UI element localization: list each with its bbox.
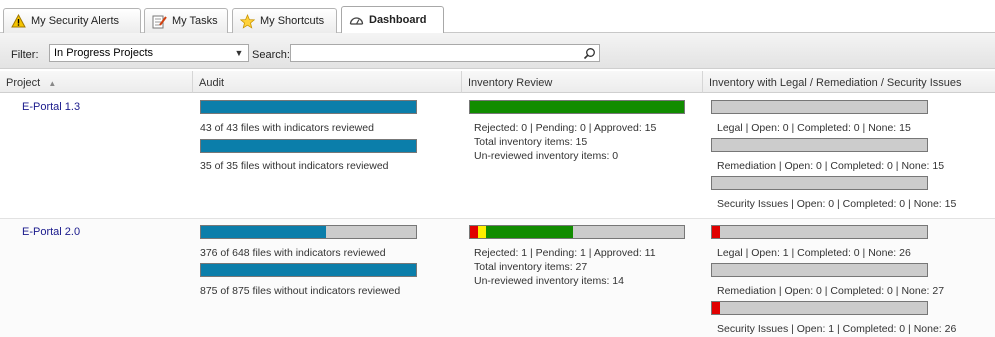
dashboard-icon: [348, 12, 364, 28]
audit-progress-fill: [201, 101, 416, 113]
remediation-issues-bar: [711, 138, 928, 152]
security-issues-bar: [711, 301, 928, 315]
pending-segment: [477, 226, 486, 238]
inventory-total-text: Total inventory items: 15: [474, 136, 588, 148]
column-header-audit[interactable]: Audit: [193, 71, 462, 93]
project-link[interactable]: E-Portal 1.3: [22, 101, 80, 113]
audit-progress-bar: [200, 139, 417, 153]
approved-segment: [470, 101, 684, 113]
audit-progress-text: 875 of 875 files without indicators revi…: [200, 285, 401, 297]
audit-progress-text: 35 of 35 files without indicators review…: [200, 160, 389, 172]
remediation-issues-text: Remediation | Open: 0 | Completed: 0 | N…: [717, 285, 945, 297]
audit-progress-text: 43 of 43 files with indicators reviewed: [200, 122, 374, 134]
filter-bar: Filter: In Progress Projects ▼ Search:: [0, 33, 995, 69]
legal-issues-text: Legal | Open: 1 | Completed: 0 | None: 2…: [717, 247, 911, 259]
table-row: E-Portal 2.0 376 of 648 files with indic…: [0, 218, 995, 337]
inventory-unreviewed-text: Un-reviewed inventory items: 0: [474, 150, 619, 162]
inventory-review-bar: [469, 100, 685, 114]
remediation-issues-text: Remediation | Open: 0 | Completed: 0 | N…: [717, 160, 945, 172]
filter-select-value: In Progress Projects: [54, 47, 154, 59]
tab-label: My Shortcuts: [260, 15, 325, 27]
tab-my-shortcuts[interactable]: My Shortcuts: [232, 8, 337, 33]
audit-progress-bar: [200, 100, 417, 114]
search-label: Search:: [252, 49, 290, 61]
inventory-total-text: Total inventory items: 27: [474, 261, 588, 273]
legal-issues-bar: [711, 225, 928, 239]
chevron-down-icon[interactable]: ▼: [230, 45, 248, 61]
column-header-label: Inventory Review: [468, 77, 553, 89]
column-header-label: Inventory with Legal / Remediation / Sec…: [709, 77, 962, 89]
open-issues-segment: [712, 302, 720, 314]
tab-strip: My Security Alerts My Tasks My Shortcuts…: [0, 0, 995, 33]
security-issues-text: Security Issues | Open: 1 | Completed: 0…: [717, 323, 957, 335]
tasks-icon: [151, 13, 167, 29]
warning-icon: [10, 13, 26, 29]
legal-issues-bar: [711, 100, 928, 114]
star-icon: [239, 13, 255, 29]
audit-progress-fill: [201, 264, 416, 276]
column-header-label: Project: [6, 77, 41, 89]
search-input[interactable]: [290, 44, 600, 62]
filter-select[interactable]: In Progress Projects ▼: [49, 44, 249, 62]
audit-progress-fill: [201, 140, 416, 152]
project-link[interactable]: E-Portal 2.0: [22, 226, 80, 238]
open-issues-segment: [712, 226, 720, 238]
audit-progress-text: 376 of 648 files with indicators reviewe…: [200, 247, 386, 259]
table-row: E-Portal 1.3 43 of 43 files with indicat…: [0, 94, 995, 217]
tab-label: My Tasks: [172, 15, 218, 27]
audit-progress-bar: [200, 263, 417, 277]
rejected-segment: [470, 226, 478, 238]
tab-dashboard[interactable]: Dashboard: [341, 6, 444, 33]
column-header-project[interactable]: Project ▲: [0, 71, 193, 93]
remediation-issues-bar: [711, 263, 928, 277]
search-icon[interactable]: [578, 44, 600, 62]
inventory-status-text: Rejected: 1 | Pending: 1 | Approved: 11: [474, 247, 656, 259]
audit-progress-bar: [200, 225, 417, 239]
tab-my-tasks[interactable]: My Tasks: [144, 8, 228, 33]
tab-my-security-alerts[interactable]: My Security Alerts: [3, 8, 141, 33]
tab-label: Dashboard: [369, 14, 427, 26]
filter-label: Filter:: [11, 49, 39, 61]
column-header-issues[interactable]: Inventory with Legal / Remediation / Sec…: [703, 71, 995, 93]
inventory-review-bar: [469, 225, 685, 239]
sort-ascending-icon: ▲: [48, 79, 57, 88]
security-issues-bar: [711, 176, 928, 190]
inventory-status-text: Rejected: 0 | Pending: 0 | Approved: 15: [474, 122, 657, 134]
inventory-unreviewed-text: Un-reviewed inventory items: 14: [474, 275, 624, 287]
security-issues-text: Security Issues | Open: 0 | Completed: 0…: [717, 198, 957, 210]
tab-label: My Security Alerts: [31, 15, 120, 27]
audit-progress-fill: [201, 226, 326, 238]
column-header-label: Audit: [199, 77, 225, 89]
column-header-inventory-review[interactable]: Inventory Review: [462, 71, 703, 93]
legal-issues-text: Legal | Open: 0 | Completed: 0 | None: 1…: [717, 122, 911, 134]
approved-segment: [485, 226, 574, 238]
